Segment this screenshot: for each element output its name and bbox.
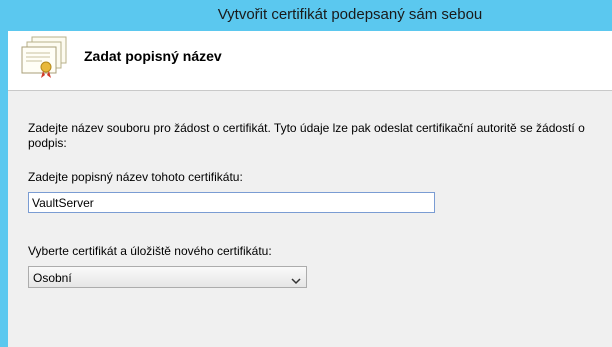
store-label: Vyberte certifikát a úložiště nového cer… — [28, 244, 272, 258]
window-title: Vytvořit certifikát podepsaný sám sebou — [217, 6, 483, 23]
friendly-name-label: Zadejte popisný název tohoto certifikátu… — [28, 170, 243, 184]
chevron-down-icon — [291, 274, 301, 285]
dialog-window: Vytvořit certifikát podepsaný sám sebou … — [0, 0, 612, 347]
page-heading: Zadat popisný název — [84, 48, 222, 64]
wizard-header: Zadat popisný název — [8, 31, 612, 91]
certificate-store-dropdown[interactable]: Osobní — [28, 266, 307, 288]
description-text: Zadejte název souboru pro žádost o certi… — [28, 121, 585, 150]
certificate-wizard-icon — [14, 35, 70, 83]
wizard-content: Zadejte název souboru pro žádost o certi… — [8, 91, 612, 347]
store-selected-value: Osobní — [33, 271, 72, 285]
friendly-name-input[interactable] — [28, 192, 435, 213]
title-bar[interactable]: Vytvořit certifikát podepsaný sám sebou — [8, 0, 612, 31]
